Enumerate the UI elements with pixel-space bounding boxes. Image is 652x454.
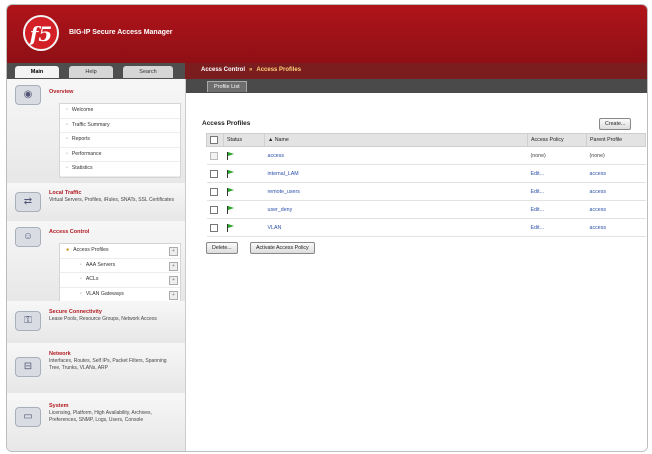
sidebar-section-network[interactable]: ⊟ Network Interfaces, Routes, Self IPs, … xyxy=(7,343,185,394)
app-header: f5 BIG-IP Secure Access Manager xyxy=(7,5,647,63)
status-flag-icon xyxy=(226,151,234,160)
sidebar-item-performance[interactable]: ▫ Performance xyxy=(60,148,180,162)
row-checkbox[interactable] xyxy=(209,187,218,196)
row-checkbox xyxy=(209,151,218,160)
network-icon: ⊟ xyxy=(15,357,41,377)
sidebar-desc-system: Licensing, Platform, High Availability, … xyxy=(49,410,152,423)
table-row: internal_LAM Edit... access xyxy=(206,164,646,183)
parent-profile-link[interactable]: access xyxy=(586,200,646,219)
system-icon: ▭ xyxy=(15,407,41,427)
page-title: Access Profiles xyxy=(202,120,251,127)
product-title: BIG-IP Secure Access Manager xyxy=(69,29,173,36)
status-flag-icon xyxy=(226,205,234,214)
tab-main[interactable]: Main xyxy=(15,66,59,78)
sidebar-title-local-traffic[interactable]: Local Traffic xyxy=(49,190,81,196)
sidebar-desc-secure-connectivity: Lease Pools, Resource Groups, Network Ac… xyxy=(49,316,157,322)
parent-profile-link[interactable]: access xyxy=(586,218,646,237)
edit-policy-link[interactable]: Edit... xyxy=(527,218,587,237)
sidebar-title-access-control[interactable]: Access Control xyxy=(49,229,89,235)
select-all-checkbox[interactable] xyxy=(210,136,218,144)
parent-profile-cell: (none) xyxy=(586,146,646,165)
f5-logo: f5 xyxy=(23,15,59,51)
secure-connectivity-icon: ⚿ xyxy=(15,311,41,331)
column-status[interactable]: Status xyxy=(223,133,265,147)
edit-policy-link[interactable]: Edit... xyxy=(527,182,587,201)
access-control-icon: ☺ xyxy=(15,227,41,247)
delete-button[interactable]: Delete... xyxy=(206,242,238,254)
sidebar-section-overview: ◉ Overview ▫ Welcome ▫ Traffic Summary ▫ Re… xyxy=(7,79,185,184)
sidebar-section-access-control: ☺ Access Control ● Access Profiles + ▫ AAA … xyxy=(7,221,185,303)
table-row: user_deny Edit... access xyxy=(206,200,646,219)
add-icon[interactable]: + xyxy=(169,276,178,285)
sidebar-item-vlan-gateways[interactable]: ▫ VLAN Gateways + xyxy=(60,288,180,302)
status-flag-icon xyxy=(226,223,234,232)
profile-name-link[interactable]: remote_users xyxy=(264,182,528,201)
overview-submenu: ▫ Welcome ▫ Traffic Summary ▫ Reports ▫ Perf… xyxy=(59,103,181,178)
status-flag-icon xyxy=(226,187,234,196)
parent-profile-link[interactable]: access xyxy=(586,182,646,201)
breadcrumb-current: Access Profiles xyxy=(256,67,302,73)
sidebar-item-statistics[interactable]: ▫ Statistics xyxy=(60,162,180,177)
subtab-bar: Profile List xyxy=(185,79,647,93)
tab-profile-list[interactable]: Profile List xyxy=(207,81,247,92)
access-control-submenu: ● Access Profiles + ▫ AAA Servers + ▫ ACLs + ▫… xyxy=(59,243,181,303)
edit-policy-link[interactable]: Edit... xyxy=(527,200,587,219)
profile-name-link[interactable]: VLAN xyxy=(264,218,528,237)
edit-policy-link[interactable]: Edit... xyxy=(527,164,587,183)
column-name[interactable]: ▲ Name xyxy=(264,133,528,147)
select-all-header[interactable] xyxy=(206,133,224,147)
table-row: access (none) (none) xyxy=(206,146,646,165)
sidebar-item-traffic-summary[interactable]: ▫ Traffic Summary xyxy=(60,119,180,133)
column-parent-profile[interactable]: Parent Profile xyxy=(586,133,646,147)
table-row: VLAN Edit... access xyxy=(206,218,646,237)
tab-search[interactable]: Search xyxy=(123,66,173,78)
app-window: f5 BIG-IP Secure Access Manager Main Hel… xyxy=(6,4,648,452)
tab-help[interactable]: Help xyxy=(69,66,113,78)
sidebar-item-access-profiles[interactable]: ● Access Profiles + xyxy=(60,244,180,259)
breadcrumb-bar: Access Control » Access Profiles xyxy=(185,63,647,79)
breadcrumb-section[interactable]: Access Control xyxy=(201,67,245,73)
row-checkbox[interactable] xyxy=(209,205,218,214)
access-policy-cell: (none) xyxy=(527,146,587,165)
access-profiles-table: Status ▲ Name Access Policy Parent Profi… xyxy=(206,133,646,237)
table-row: remote_users Edit... access xyxy=(206,182,646,201)
sidebar-title-secure-connectivity[interactable]: Secure Connectivity xyxy=(49,309,102,315)
sidebar-section-secure-connectivity[interactable]: ⚿ Secure Connectivity Lease Pools, Resou… xyxy=(7,301,185,344)
activate-access-policy-button[interactable]: Activate Access Policy xyxy=(250,242,315,254)
main-content: Access Profiles Create... Status ▲ Name … xyxy=(186,93,647,451)
sidebar-item-welcome[interactable]: ▫ Welcome xyxy=(60,104,180,119)
sidebar-title-network[interactable]: Network xyxy=(49,351,71,357)
parent-profile-link[interactable]: access xyxy=(586,164,646,183)
add-icon[interactable]: + xyxy=(169,247,178,256)
sidebar-title-system[interactable]: System xyxy=(49,403,69,409)
overview-icon: ◉ xyxy=(15,85,41,105)
sidebar: ◉ Overview ▫ Welcome ▫ Traffic Summary ▫ Re… xyxy=(7,79,186,451)
profile-name-link[interactable]: internal_LAM xyxy=(264,164,528,183)
breadcrumb-separator: » xyxy=(249,67,253,73)
row-checkbox[interactable] xyxy=(209,223,218,232)
add-icon[interactable]: + xyxy=(169,290,178,300)
sidebar-title-overview[interactable]: Overview xyxy=(49,89,73,95)
create-button[interactable]: Create... xyxy=(599,118,632,130)
add-icon[interactable]: + xyxy=(169,261,178,271)
sidebar-item-aaa-servers[interactable]: ▫ AAA Servers + xyxy=(60,259,180,273)
sidebar-item-acls[interactable]: ▫ ACLs + xyxy=(60,273,180,288)
left-tab-bar: Main Help Search xyxy=(7,63,185,79)
sidebar-desc-local-traffic: Virtual Servers, Profiles, iRules, SNATs… xyxy=(49,197,174,203)
breadcrumb: Access Control » Access Profiles xyxy=(201,67,301,73)
local-traffic-icon: ⇄ xyxy=(15,192,41,212)
status-flag-icon xyxy=(226,169,234,178)
profile-name-link[interactable]: access xyxy=(264,146,528,165)
sidebar-section-local-traffic[interactable]: ⇄ Local Traffic Virtual Servers, Profile… xyxy=(7,183,185,222)
sidebar-desc-network: Interfaces, Routes, Self IPs, Packet Fil… xyxy=(49,358,167,371)
column-access-policy[interactable]: Access Policy xyxy=(527,133,587,147)
row-checkbox[interactable] xyxy=(209,169,218,178)
sidebar-section-system[interactable]: ▭ System Licensing, Platform, High Avail… xyxy=(7,393,185,451)
profile-name-link[interactable]: user_deny xyxy=(264,200,528,219)
sidebar-item-reports[interactable]: ▫ Reports xyxy=(60,133,180,148)
